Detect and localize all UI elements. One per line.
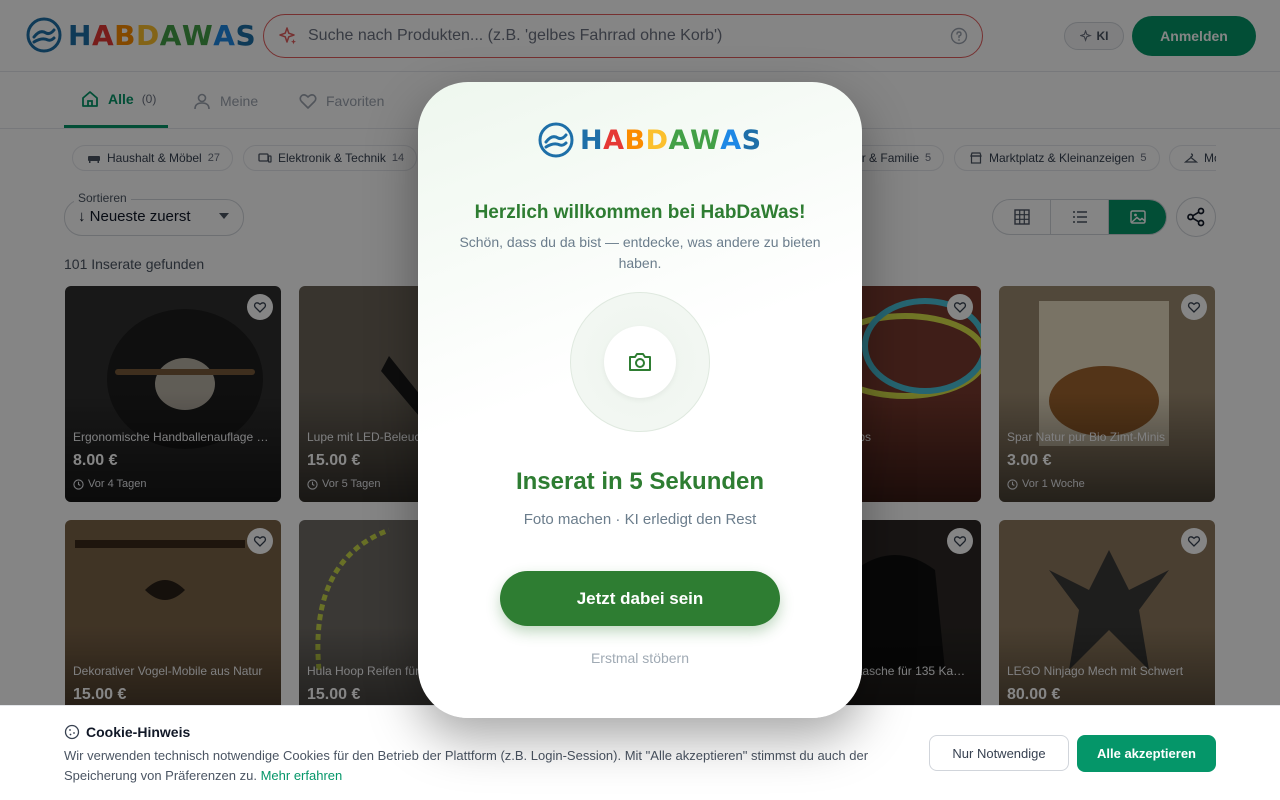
cookie-title-text: Cookie-Hinweis bbox=[86, 724, 191, 740]
logo-mark-icon bbox=[538, 122, 574, 158]
camera-icon bbox=[629, 353, 651, 371]
modal-title: Inserat in 5 Sekunden bbox=[515, 468, 765, 495]
camera-button[interactable] bbox=[604, 326, 676, 398]
cookie-icon bbox=[64, 724, 80, 740]
welcome-modal: H A B D A W A S Herzlich willkommen bei … bbox=[418, 82, 862, 718]
logo-letter: A bbox=[720, 124, 742, 156]
cookie-more-link[interactable]: Mehr erfahren bbox=[261, 768, 343, 783]
modal-logo: H A B D A W A S bbox=[538, 122, 762, 158]
logo-letter: W bbox=[689, 124, 721, 156]
cookie-body: Wir verwenden technisch notwendige Cooki… bbox=[64, 748, 869, 783]
welcome-subtitle: Schön, dass du da bist — entdecke, was a… bbox=[459, 234, 821, 271]
accept-all-button[interactable]: Alle akzeptieren bbox=[1077, 735, 1216, 772]
logo-letter: B bbox=[624, 124, 646, 156]
join-now-button[interactable]: Jetzt dabei sein bbox=[500, 571, 780, 626]
necessary-only-button[interactable]: Nur Notwendige bbox=[929, 735, 1069, 771]
welcome-heading: Herzlich willkommen bei HabDaWas! bbox=[474, 202, 806, 223]
logo-letter: S bbox=[741, 124, 762, 156]
cookie-text: Wir verwenden technisch notwendige Cooki… bbox=[64, 746, 884, 786]
logo-wordmark: H A B D A W A S bbox=[580, 125, 762, 156]
cookie-banner: Cookie-Hinweis Wir verwenden technisch n… bbox=[0, 705, 1280, 800]
logo-letter: A bbox=[603, 124, 625, 156]
logo-letter: A bbox=[668, 124, 690, 156]
logo-letter: D bbox=[645, 124, 669, 156]
cookie-title: Cookie-Hinweis bbox=[64, 724, 190, 740]
modal-description: Foto machen · KI erledigt den Rest bbox=[523, 511, 757, 528]
logo-letter: H bbox=[580, 124, 604, 156]
browse-first-link[interactable]: Erstmal stöbern bbox=[418, 650, 862, 666]
